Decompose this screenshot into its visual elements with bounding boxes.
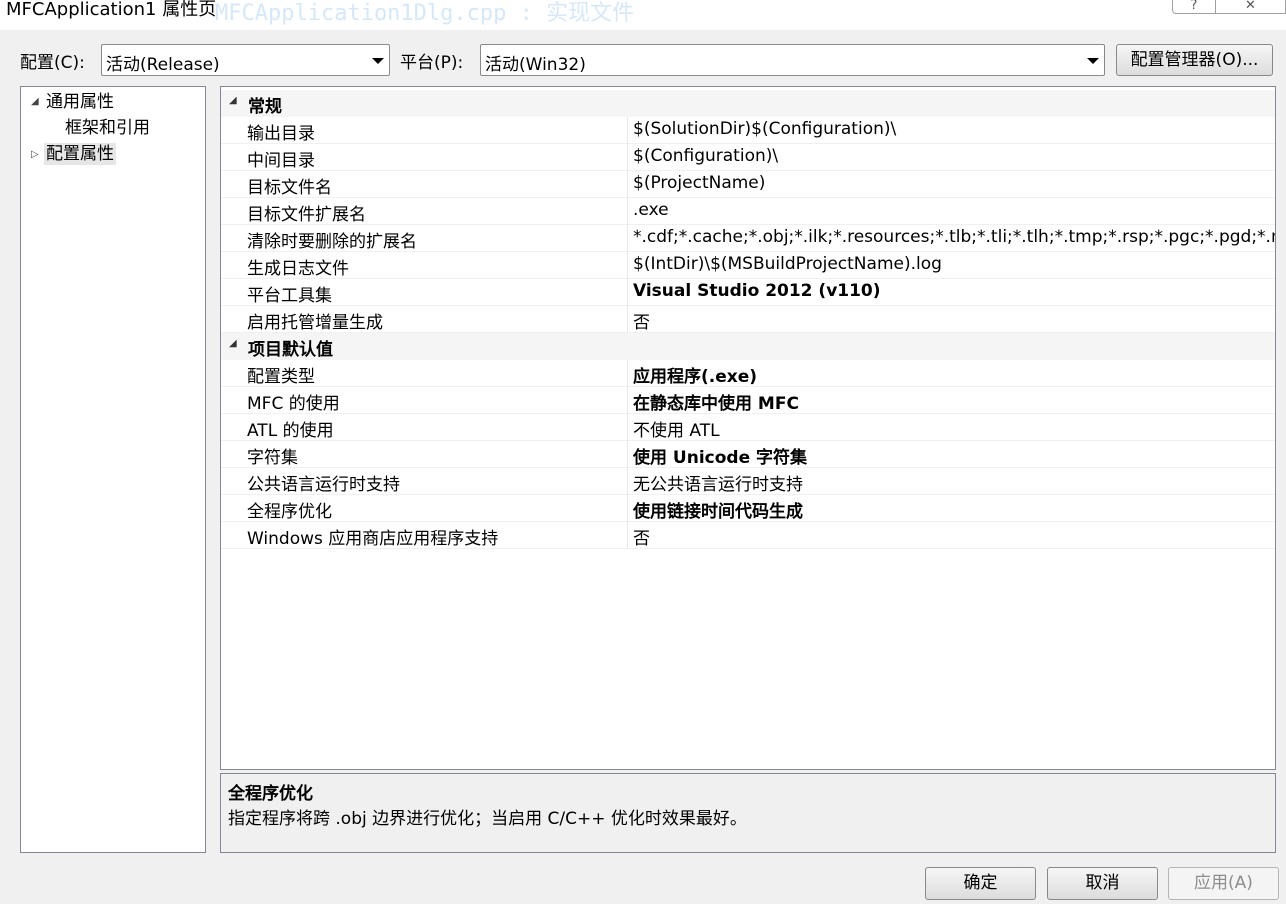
config-label: 配置(C):: [20, 53, 85, 73]
cancel-button[interactable]: 取消: [1047, 867, 1158, 900]
property-row[interactable]: 公共语言运行时支持 无公共语言运行时支持: [221, 468, 1275, 495]
property-name: Windows 应用商店应用程序支持: [247, 529, 499, 549]
property-row[interactable]: 启用托管增量生成 否: [221, 306, 1275, 333]
background-window-title: MFCApplication1Dlg.cpp : 实现文件: [215, 1, 635, 26]
platform-label: 平台(P):: [400, 53, 464, 73]
help-button[interactable]: ?: [1172, 0, 1216, 14]
title-bar: MFCApplication1Dlg.cpp : 实现文件 MFCApplica…: [0, 0, 1286, 30]
property-name: MFC 的使用: [247, 394, 340, 414]
property-value[interactable]: 无公共语言运行时支持: [633, 470, 1275, 495]
category-label: 项目默认值: [248, 340, 333, 360]
category-label: 常规: [248, 97, 282, 117]
tree-item-common-properties[interactable]: 通用属性: [46, 91, 114, 113]
close-icon: ✕: [1245, 0, 1256, 13]
property-row[interactable]: 平台工具集 Visual Studio 2012 (v110): [221, 279, 1275, 306]
property-name: ATL 的使用: [247, 421, 334, 441]
property-row[interactable]: MFC 的使用 在静态库中使用 MFC: [221, 387, 1275, 414]
property-grid[interactable]: ◢ 常规 输出目录 $(SolutionDir)$(Configuration)\…: [220, 86, 1276, 770]
property-row[interactable]: 目标文件扩展名 .exe: [221, 198, 1275, 225]
property-value[interactable]: $(SolutionDir)$(Configuration)\: [633, 119, 1275, 139]
chevron-down-icon: [1087, 58, 1099, 64]
apply-button[interactable]: 应用(A): [1168, 867, 1279, 900]
property-row[interactable]: ATL 的使用 不使用 ATL: [221, 414, 1275, 441]
collapse-arrow-icon[interactable]: ◢: [229, 338, 237, 349]
property-tree[interactable]: ◢ 通用属性 框架和引用 ▷ 配置属性: [20, 86, 206, 853]
property-value[interactable]: Visual Studio 2012 (v110): [633, 281, 1275, 301]
config-dropdown[interactable]: 活动(Release): [101, 44, 390, 76]
property-name: 生成日志文件: [247, 259, 349, 279]
property-value[interactable]: *.cdf;*.cache;*.obj;*.ilk;*.resources;*.…: [633, 227, 1275, 247]
property-name: 配置类型: [247, 367, 315, 387]
config-manager-button[interactable]: 配置管理器(O)...: [1116, 44, 1273, 76]
config-dropdown-value: 活动(Release): [106, 55, 220, 75]
tree-item-framework-references[interactable]: 框架和引用: [65, 117, 150, 139]
property-name: 清除时要删除的扩展名: [247, 232, 417, 252]
property-value[interactable]: 不使用 ATL: [633, 416, 1275, 441]
property-value[interactable]: 在静态库中使用 MFC: [633, 389, 1275, 414]
help-icon: ?: [1190, 0, 1198, 13]
property-name: 目标文件扩展名: [247, 205, 366, 225]
property-row[interactable]: 中间目录 $(Configuration)\: [221, 144, 1275, 171]
property-name: 公共语言运行时支持: [247, 475, 400, 495]
property-row[interactable]: 目标文件名 $(ProjectName): [221, 171, 1275, 198]
property-value[interactable]: 使用 Unicode 字符集: [633, 443, 1275, 468]
property-value[interactable]: 使用链接时间代码生成: [633, 497, 1275, 522]
chevron-down-icon: [372, 58, 384, 64]
property-row[interactable]: 清除时要删除的扩展名 *.cdf;*.cache;*.obj;*.ilk;*.re…: [221, 225, 1275, 252]
property-name: 全程序优化: [247, 502, 332, 522]
property-value[interactable]: $(Configuration)\: [633, 146, 1275, 166]
property-name: 中间目录: [247, 151, 315, 171]
property-value[interactable]: 否: [633, 308, 1275, 333]
property-value[interactable]: $(ProjectName): [633, 173, 1275, 193]
property-value[interactable]: .exe: [633, 200, 1275, 220]
property-name: 启用托管增量生成: [247, 313, 383, 333]
property-name: 目标文件名: [247, 178, 332, 198]
close-button[interactable]: ✕: [1215, 0, 1286, 14]
category-general[interactable]: ◢ 常规: [221, 90, 1275, 117]
expand-arrow-icon[interactable]: ▷: [31, 149, 39, 160]
collapse-arrow-icon[interactable]: ◢: [31, 96, 39, 107]
description-title: 全程序优化: [228, 784, 313, 804]
property-row[interactable]: 生成日志文件 $(IntDir)\$(MSBuildProjectName).lo…: [221, 252, 1275, 279]
platform-dropdown[interactable]: 活动(Win32): [480, 44, 1105, 76]
property-name: 平台工具集: [247, 286, 332, 306]
property-row[interactable]: Windows 应用商店应用程序支持 否: [221, 522, 1275, 549]
platform-dropdown-value: 活动(Win32): [485, 55, 586, 75]
property-row[interactable]: 字符集 使用 Unicode 字符集: [221, 441, 1275, 468]
property-row[interactable]: 全程序优化 使用链接时间代码生成: [221, 495, 1275, 522]
property-value[interactable]: 应用程序(.exe): [633, 362, 1275, 387]
category-project-defaults[interactable]: ◢ 项目默认值: [221, 333, 1275, 360]
property-name: 字符集: [247, 448, 298, 468]
property-value[interactable]: $(IntDir)\$(MSBuildProjectName).log: [633, 254, 1275, 274]
description-pane: 全程序优化 指定程序将跨 .obj 边界进行优化；当启用 C/C++ 优化时效果…: [220, 773, 1276, 853]
ok-button[interactable]: 确定: [925, 867, 1036, 900]
window-title: MFCApplication1 属性页: [6, 0, 217, 20]
property-value[interactable]: 否: [633, 524, 1275, 549]
tree-item-configuration-properties[interactable]: 配置属性: [44, 143, 116, 165]
collapse-arrow-icon[interactable]: ◢: [229, 95, 237, 106]
property-row[interactable]: 配置类型 应用程序(.exe): [221, 360, 1275, 387]
property-row[interactable]: 输出目录 $(SolutionDir)$(Configuration)\: [221, 117, 1275, 144]
description-text: 指定程序将跨 .obj 边界进行优化；当启用 C/C++ 优化时效果最好。: [228, 809, 747, 829]
property-name: 输出目录: [247, 124, 315, 144]
